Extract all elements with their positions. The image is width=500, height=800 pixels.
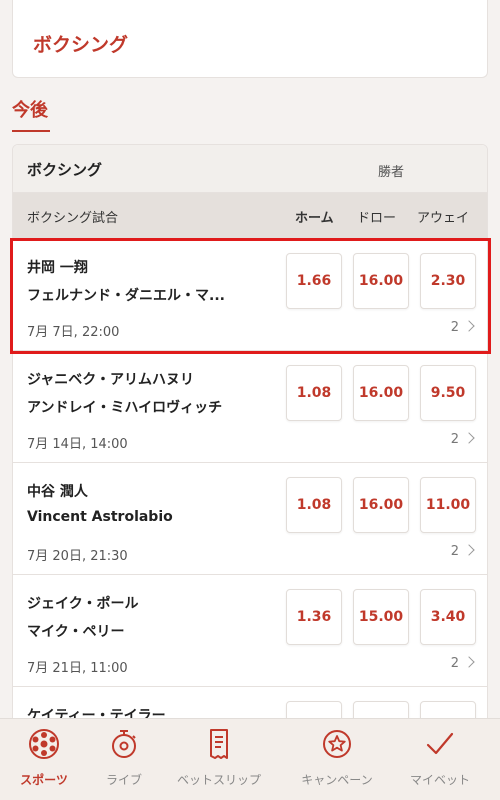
nav-campaign-label: キャンペーン <box>301 773 373 787</box>
more-markets-link[interactable]: 2 <box>450 320 475 335</box>
nav-live[interactable]: ライブ <box>88 719 160 800</box>
more-markets-count: 2 <box>450 544 459 559</box>
team-away: アンドレイ・ミハイロヴィッチ <box>27 400 223 416</box>
more-markets-link[interactable]: 2 <box>450 544 475 559</box>
column-header-away: アウェイ <box>417 211 470 226</box>
stopwatch-icon <box>112 730 136 758</box>
events-table: ボクシング 勝者 ボクシング試合 ホーム ドロー アウェイ 井岡 一翔 フェルナ… <box>12 144 488 720</box>
table-header-sport: ボクシング 勝者 <box>13 145 487 193</box>
star-badge-icon <box>323 730 351 758</box>
sport-title: ボクシング <box>33 34 129 56</box>
table-column-headers: ボクシング試合 ホーム ドロー アウェイ <box>13 193 487 239</box>
event-row[interactable]: 井岡 一翔 フェルナンド・ダニエル・マ... 7月 7日, 22:00 2 1.… <box>13 239 487 351</box>
column-header-draw: ドロー <box>357 211 397 226</box>
event-time: 7月 7日, 22:00 <box>27 325 120 340</box>
checkmark-icon <box>426 732 454 755</box>
team-home: 中谷 潤人 <box>27 484 88 500</box>
odds-away-button[interactable]: 11.00 <box>420 477 476 533</box>
chevron-right-icon <box>463 544 475 556</box>
nav-campaign[interactable]: キャンペーン <box>285 719 389 800</box>
sports-ball-icon <box>29 729 59 759</box>
odds-draw-button[interactable]: 15.00 <box>353 589 409 645</box>
sport-header-card: ボクシング <box>12 0 488 78</box>
event-time: 7月 21日, 11:00 <box>27 661 128 676</box>
event-time: 7月 14日, 14:00 <box>27 437 128 452</box>
chevron-right-icon <box>463 320 475 332</box>
nav-mybets-label: マイベット <box>409 773 470 787</box>
team-home: ジャニベク・アリムハヌリ <box>27 372 195 388</box>
odds-draw-button[interactable]: 16.00 <box>353 365 409 421</box>
market-label: 勝者 <box>378 165 405 180</box>
team-home: ジェイク・ポール <box>27 596 139 612</box>
betslip-receipt-icon <box>210 729 228 759</box>
column-header-home: ホーム <box>295 211 334 226</box>
odds-draw-button[interactable]: 16.00 <box>353 253 409 309</box>
team-away: マイク・ペリー <box>27 624 125 640</box>
nav-sports[interactable]: スポーツ <box>0 719 88 800</box>
more-markets-count: 2 <box>450 656 459 671</box>
event-time: 7月 20日, 21:30 <box>27 549 128 564</box>
chevron-right-icon <box>463 656 475 668</box>
chevron-right-icon <box>463 432 475 444</box>
odds-home-button[interactable]: 1.08 <box>286 477 342 533</box>
odds-home-button[interactable]: 1.66 <box>286 253 342 309</box>
odds-away-button[interactable]: 9.50 <box>420 365 476 421</box>
nav-betslip[interactable]: ベットスリップ <box>160 719 278 800</box>
team-away: Vincent Astrolabio <box>27 509 173 525</box>
event-row[interactable]: ケイティー・テイラー <box>13 687 487 719</box>
bottom-navigation: スポーツ ライブ ベットスリップ キャンペーン マイベット <box>0 718 500 800</box>
more-markets-count: 2 <box>450 432 459 447</box>
nav-mybets[interactable]: マイベット <box>396 719 484 800</box>
nav-betslip-label: ベットスリップ <box>176 773 261 787</box>
team-home: 井岡 一翔 <box>27 260 88 276</box>
more-markets-link[interactable]: 2 <box>450 432 475 447</box>
odds-draw-button[interactable]: 16.00 <box>353 477 409 533</box>
column-header-match: ボクシング試合 <box>27 211 119 226</box>
more-markets-link[interactable]: 2 <box>450 656 475 671</box>
event-row[interactable]: 中谷 潤人 Vincent Astrolabio 7月 20日, 21:30 2… <box>13 463 487 575</box>
event-row[interactable]: ジャニベク・アリムハヌリ アンドレイ・ミハイロヴィッチ 7月 14日, 14:0… <box>13 351 487 463</box>
nav-live-label: ライブ <box>105 773 142 787</box>
table-sport-label: ボクシング <box>27 161 103 179</box>
team-away: フェルナンド・ダニエル・マ... <box>27 288 225 304</box>
odds-home-button[interactable]: 1.36 <box>286 589 342 645</box>
more-markets-count: 2 <box>450 320 459 335</box>
tab-upcoming[interactable]: 今後 <box>12 96 48 122</box>
odds-home-button[interactable]: 1.08 <box>286 365 342 421</box>
odds-away-button[interactable]: 3.40 <box>420 589 476 645</box>
tab-active-indicator <box>12 130 50 132</box>
event-row[interactable]: ジェイク・ポール マイク・ペリー 7月 21日, 11:00 2 1.36 15… <box>13 575 487 687</box>
odds-away-button[interactable]: 2.30 <box>420 253 476 309</box>
nav-sports-label: スポーツ <box>20 773 68 787</box>
